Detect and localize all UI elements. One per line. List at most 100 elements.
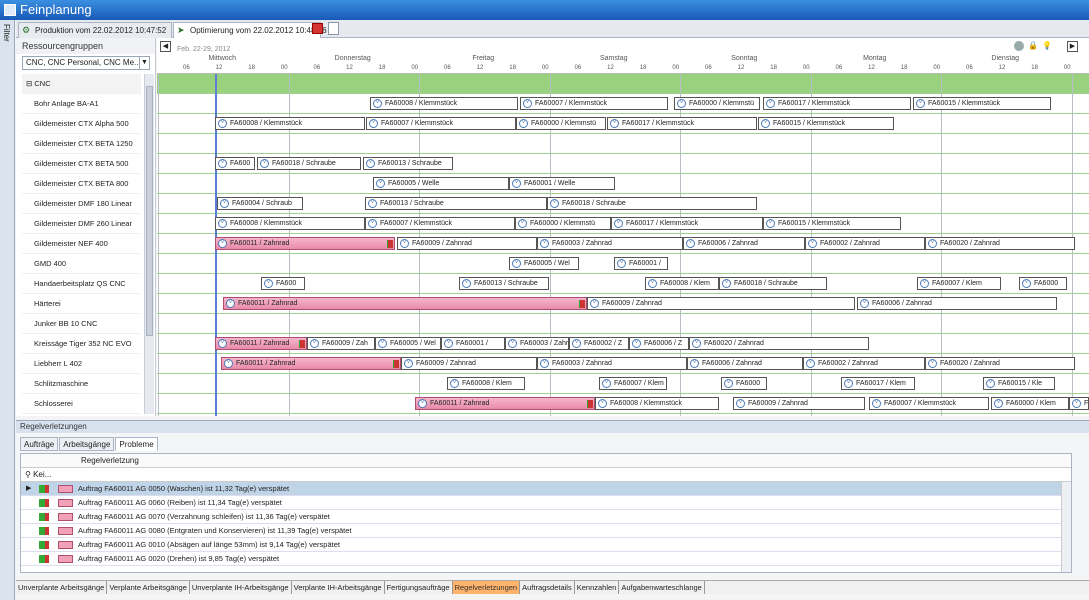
operation-bar[interactable]: ˅ FA60005 / Wel	[375, 337, 441, 350]
operation-bar[interactable]: ˅ FA60011 / Zahnrad	[215, 337, 307, 350]
expand-icon[interactable]: ˅	[523, 99, 532, 108]
scrollbar-thumb[interactable]	[146, 86, 153, 336]
expand-icon[interactable]: ˅	[366, 159, 375, 168]
expand-icon[interactable]: ˅	[986, 379, 995, 388]
expand-icon[interactable]: ˅	[632, 339, 641, 348]
resource-row[interactable]: Kreissäge Tiger 352 NC EVO	[22, 334, 141, 354]
expand-icon[interactable]: ˅	[872, 399, 881, 408]
operation-bar[interactable]: ˅ FA60013 / Schraube	[365, 197, 547, 210]
operation-bar[interactable]: ˅ FA60007 / Klemmstück	[365, 217, 515, 230]
table-row[interactable]: Auftrag FA60011 AG 0020 (Drehen) ist 9,8…	[21, 552, 1071, 566]
resource-scrollbar[interactable]	[144, 74, 154, 414]
expand-icon[interactable]: ˅	[218, 159, 227, 168]
operation-bar[interactable]: ˅ FA60007 / Klemmstück	[366, 117, 516, 130]
operation-bar[interactable]: ˅ FA60020 / Zahnrad	[925, 357, 1075, 370]
operation-bar[interactable]: ˅ FA60011 / Zahnrad	[221, 357, 401, 370]
next-period-icon[interactable]: ▶	[1067, 41, 1078, 52]
expand-icon[interactable]: ˅	[218, 239, 227, 248]
operation-bar[interactable]: ˅ FA60003 / Zahnrad	[537, 357, 687, 370]
operation-bar[interactable]: ˅ FA60002 / Zahnrad	[803, 357, 925, 370]
expand-icon[interactable]: ˅	[572, 339, 581, 348]
operation-bar[interactable]: ˅ FA60002 / Zahnrad	[805, 237, 925, 250]
resource-group-select[interactable]: CNC, CNC Personal, CNC Me... ▼	[22, 56, 150, 70]
expand-icon[interactable]: ˅	[404, 359, 413, 368]
expand-icon[interactable]: ˅	[450, 379, 459, 388]
operation-bar[interactable]: ˅ FA60018 / Schraube	[257, 157, 361, 170]
operation-bar[interactable]: ˅ FA60011 / Zahnrad	[215, 237, 395, 250]
operation-bar[interactable]: ˅ FA60007 / Klemmstück	[869, 397, 989, 410]
operation-bar[interactable]: ˅ FA60008 / Klem	[447, 377, 525, 390]
bottom-tab[interactable]: Auftragsdetails	[520, 581, 575, 594]
operation-bar[interactable]: ˅ FA60009 / Zahnrad	[733, 397, 865, 410]
operation-bar[interactable]: ˅ FA60011 / Zahnrad	[415, 397, 595, 410]
operation-bar[interactable]: ˅FA	[1069, 397, 1089, 410]
operation-bar[interactable]: ˅ FA60008 / Klemmstück	[215, 217, 365, 230]
filter-side-tab[interactable]: Filter	[0, 20, 15, 600]
expand-icon[interactable]: ˅	[220, 199, 229, 208]
resource-row[interactable]: Schlosserei	[22, 394, 141, 414]
operation-bar[interactable]: ˅ FA60001 /	[441, 337, 505, 350]
expand-icon[interactable]: ˅	[690, 359, 699, 368]
expand-icon[interactable]: ˅	[766, 99, 775, 108]
expand-icon[interactable]: ˅	[444, 339, 453, 348]
operation-bar[interactable]: ˅ FA60009 / Zahnrad	[587, 297, 855, 310]
column-header-regelverletzung[interactable]: Regelverletzung	[21, 454, 1071, 468]
resource-row[interactable]: Gildemeister CTX Alpha 500	[22, 114, 141, 134]
resource-row[interactable]: Bohr Anlage BA-A1	[22, 94, 141, 114]
expand-icon[interactable]: ˅	[310, 339, 319, 348]
expand-icon[interactable]: ˅	[373, 99, 382, 108]
expand-icon[interactable]: ˅	[519, 119, 528, 128]
operation-bar[interactable]: ˅ FA60000 / Klemmstü	[515, 217, 611, 230]
expand-icon[interactable]: ˅	[400, 239, 409, 248]
operation-bar[interactable]: ˅ FA600	[261, 277, 305, 290]
expand-icon[interactable]: ˅	[264, 279, 273, 288]
operation-bar[interactable]: ˅ FA60011 / Zahnrad	[223, 297, 587, 310]
resource-row[interactable]: Handaerbeitsplatz QS CNC	[22, 274, 141, 294]
filter-icon[interactable]: ⚲	[25, 470, 33, 479]
operation-bar[interactable]: ˅ FA60018 / Schraube	[719, 277, 827, 290]
table-row[interactable]: Auftrag FA60011 AG 0010 (Absägen auf län…	[21, 538, 1071, 552]
operation-bar[interactable]: ˅ FA60008 / Klemmstück	[215, 117, 365, 130]
expand-icon[interactable]: ˅	[806, 359, 815, 368]
expand-icon[interactable]: ˅	[916, 99, 925, 108]
resource-row[interactable]: Gildemeister CTX BETA 800	[22, 174, 141, 194]
operation-bar[interactable]: ˅ FA60005 / Welle	[373, 177, 509, 190]
tab-optimierung[interactable]: ➤ Optimierung vom 22.02.2012 10:48:06 - …	[173, 22, 338, 38]
lock-icon[interactable]: 🔒	[1028, 41, 1038, 51]
resource-row[interactable]: Gildemeister CTX BETA 1250	[22, 134, 141, 154]
operation-bar[interactable]: ˅ FA60007 / Klem	[599, 377, 667, 390]
bottom-tab[interactable]: Unverplante IH-Arbeitsgänge	[190, 581, 292, 594]
resource-row[interactable]: Gildemeister DMF 260 Linear	[22, 214, 141, 234]
expand-icon[interactable]: ˅	[724, 379, 733, 388]
expand-icon[interactable]: ˅	[226, 299, 235, 308]
bottom-tab[interactable]: Kennzahlen	[575, 581, 620, 594]
operation-bar[interactable]: ˅ FA60013 / Schraube	[459, 277, 549, 290]
operation-bar[interactable]: ˅ FA60017 / Klemmstück	[763, 97, 911, 110]
expand-icon[interactable]: ˅	[614, 219, 623, 228]
operation-bar[interactable]: ˅ FA60008 / Klemmstück	[370, 97, 518, 110]
resource-row[interactable]: Gildemeister NEF 400	[22, 234, 141, 254]
operation-bar[interactable]: ˅ FA60008 / Klemmstück	[595, 397, 719, 410]
operation-bar[interactable]: ˅ FA60003 / Zahnr	[505, 337, 569, 350]
expand-icon[interactable]: ˅	[418, 399, 427, 408]
expand-icon[interactable]: ˅	[722, 279, 731, 288]
bottom-tab[interactable]: Unverplante Arbeitsgänge	[16, 581, 108, 594]
operation-bar[interactable]: ˅ FA60000 / Klemmstü	[674, 97, 760, 110]
expand-icon[interactable]: ˅	[1022, 279, 1031, 288]
resource-row[interactable]: Härterei	[22, 294, 141, 314]
resource-row[interactable]: Gildemeister CTX BETA 500	[22, 154, 141, 174]
table-row[interactable]: Auftrag FA60011 AG 0060 (Reiben) ist 11,…	[21, 496, 1071, 510]
expand-icon[interactable]: ˅	[648, 279, 657, 288]
expand-icon[interactable]: ˅	[368, 199, 377, 208]
bottom-tab[interactable]: Regelverletzungen	[452, 581, 521, 594]
close-tab-icon[interactable]	[312, 23, 323, 34]
expand-icon[interactable]: ˅	[218, 339, 227, 348]
resource-row[interactable]: Liebherr L 402	[22, 354, 141, 374]
expand-icon[interactable]: ˅	[512, 259, 521, 268]
table-scrollbar[interactable]	[1061, 482, 1071, 572]
operation-bar[interactable]: ˅ FA60017 / Klem	[841, 377, 915, 390]
bottom-tab[interactable]: Fertigungsaufträge	[385, 581, 453, 594]
expand-icon[interactable]: ˅	[736, 399, 745, 408]
expand-icon[interactable]: ˅	[920, 279, 929, 288]
operation-bar[interactable]: ˅ FA60000 / Klemmstü	[516, 117, 606, 130]
